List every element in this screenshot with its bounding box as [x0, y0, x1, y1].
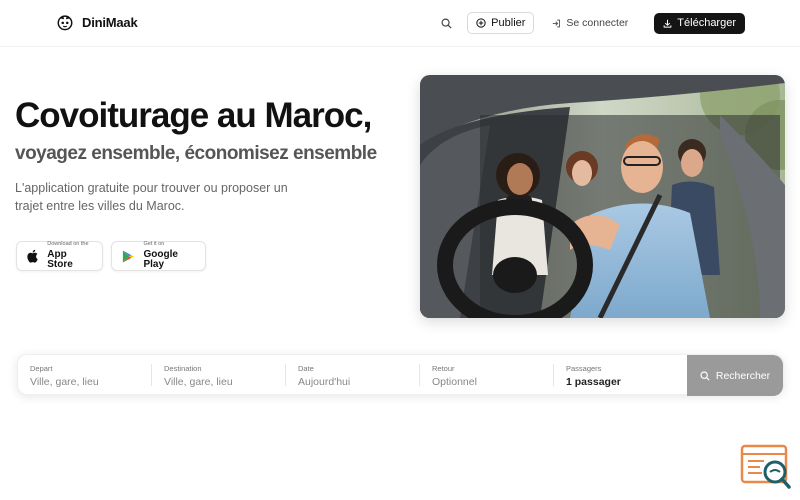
search-submit-button[interactable]: Rechercher — [687, 355, 783, 396]
google-play-label: Google Play — [143, 248, 178, 270]
date-label: Date — [298, 364, 314, 373]
destination-input[interactable]: Ville, gare, lieu — [164, 376, 233, 388]
hero-title: Covoiturage au Maroc, — [15, 96, 372, 135]
passengers-label: Passagers — [566, 364, 602, 373]
date-input[interactable]: Aujourd'hui — [298, 376, 350, 388]
hero-subtitle: voyagez ensemble, économisez ensemble — [15, 143, 377, 164]
search-icon — [700, 370, 710, 381]
hero-image — [420, 75, 785, 318]
brand-name: DiniMaak — [82, 14, 138, 30]
passengers-field[interactable]: Passagers 1 passager — [554, 355, 688, 396]
retour-field[interactable]: Retour Optionnel — [420, 355, 554, 396]
google-play-button[interactable]: Get it on Google Play — [111, 241, 206, 271]
retour-input[interactable]: Optionnel — [432, 376, 477, 388]
chat-search-widget[interactable] — [740, 444, 792, 490]
depart-label: Depart — [30, 364, 53, 373]
chat-search-widget-icon — [740, 444, 791, 489]
apple-icon — [27, 249, 38, 263]
carpool-photo — [420, 75, 785, 318]
search-submit-label: Rechercher — [715, 369, 771, 382]
app-store-label: App Store — [47, 248, 73, 270]
header-divider — [0, 46, 800, 47]
publish-label: Publier — [491, 17, 526, 29]
app-store-small-text: Download on the — [47, 241, 89, 248]
header-search-button[interactable] — [435, 12, 457, 34]
google-play-small-text: Get it on — [143, 241, 165, 248]
download-label: Télécharger — [677, 17, 736, 29]
download-icon — [663, 19, 672, 28]
app-store-button[interactable]: Download on the App Store — [16, 241, 103, 271]
search-icon — [441, 18, 452, 29]
retour-label: Retour — [432, 364, 455, 373]
publish-button[interactable]: Publier — [467, 12, 535, 34]
google-play-icon — [122, 250, 134, 262]
login-label: Se connecter — [566, 17, 629, 29]
login-icon — [553, 19, 561, 27]
destination-field[interactable]: Destination Ville, gare, lieu — [152, 355, 286, 396]
date-field[interactable]: Date Aujourd'hui — [286, 355, 420, 396]
destination-label: Destination — [164, 364, 202, 373]
mascot-logo-icon — [57, 15, 73, 31]
depart-field[interactable]: Depart Ville, gare, lieu — [18, 355, 151, 396]
top-nav: Publier Se connecter Télécharger — [435, 12, 745, 34]
plus-circle-icon — [476, 18, 486, 28]
login-button[interactable]: Se connecter — [544, 12, 636, 34]
hero-description: L'application gratuite pour trouver ou p… — [15, 181, 288, 213]
brand[interactable]: DiniMaak — [56, 13, 138, 31]
passengers-select[interactable]: 1 passager — [566, 376, 621, 388]
depart-input[interactable]: Ville, gare, lieu — [30, 376, 99, 388]
site-header: DiniMaak Publier Se connecter Télécharge… — [0, 0, 800, 46]
download-button[interactable]: Télécharger — [654, 12, 745, 34]
trip-search-bar: Depart Ville, gare, lieu Destination Vil… — [17, 354, 784, 396]
